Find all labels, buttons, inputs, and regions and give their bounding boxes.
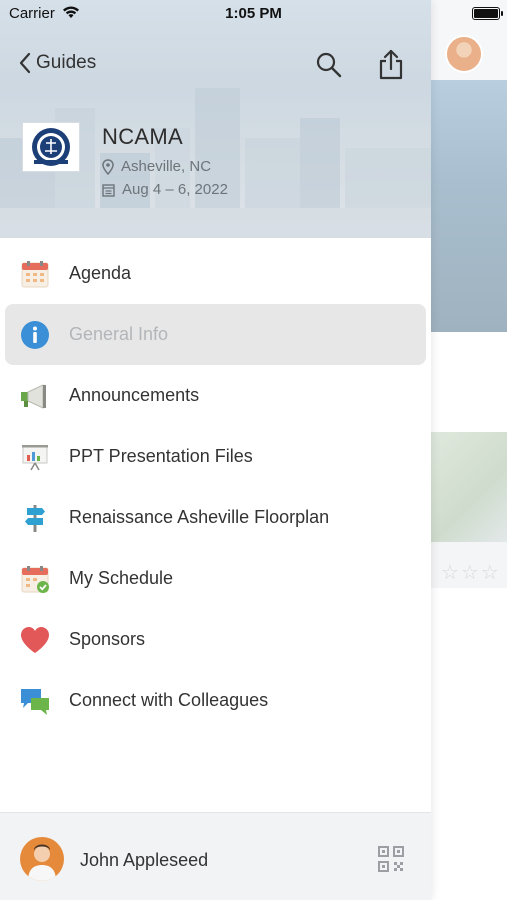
event-dates-text: Aug 4 – 6, 2022 [122, 181, 228, 198]
menu-label-agenda: Agenda [69, 263, 132, 283]
menu-label-ppt-presentation-files: PPT Presentation Files [69, 446, 253, 466]
heart-icon [21, 626, 49, 653]
background-avatar [445, 35, 483, 73]
info-icon [21, 320, 49, 349]
calendar-small-icon [102, 183, 115, 197]
event-logo [22, 122, 80, 172]
menu-label-sponsors: Sponsors [69, 629, 146, 649]
chevron-left-icon [19, 52, 31, 74]
background-banner-image [431, 80, 507, 332]
menu-item-my-schedule[interactable]: My Schedule [0, 548, 431, 609]
header-overlay [0, 0, 431, 238]
presentation-icon [22, 444, 48, 470]
menu-label-my-schedule: My Schedule [69, 568, 174, 588]
battery-icon [472, 7, 500, 20]
menu-list: Agenda General Info Announcements PPT Pr… [0, 243, 431, 731]
menu-item-announcements[interactable]: Announcements [0, 365, 431, 426]
status-bar: Carrier 1:05 PM [0, 0, 507, 28]
calendar-icon [21, 260, 49, 287]
nav-bar: Guides [0, 44, 431, 84]
side-drawer: Guides NCAMA Asheville, NC Aug 4 – 6, 20… [0, 0, 431, 900]
clock: 1:05 PM [225, 5, 282, 22]
event-title: NCAMA [102, 124, 183, 149]
qr-code-icon[interactable] [377, 845, 405, 873]
signpost-icon [25, 504, 45, 532]
event-location: Asheville, NC [102, 158, 211, 175]
event-info: NCAMA Asheville, NC Aug 4 – 6, 2022 [22, 122, 422, 202]
event-header: Guides NCAMA Asheville, NC Aug 4 – 6, 20… [0, 0, 431, 238]
menu-item-connect-with-colleagues[interactable]: Connect with Colleagues [0, 670, 431, 731]
user-name[interactable]: John Appleseed [80, 850, 208, 871]
battery-tip [501, 11, 503, 16]
menu-item-floorplan[interactable]: Renaissance Asheville Floorplan [0, 487, 431, 548]
seal-logo [32, 128, 70, 166]
location-pin-icon [102, 158, 114, 175]
share-icon[interactable] [376, 48, 406, 80]
menu-item-agenda[interactable]: Agenda [0, 243, 431, 304]
menu-label-floorplan: Renaissance Asheville Floorplan [69, 507, 330, 527]
background-map-image [431, 432, 507, 542]
user-avatar-image [20, 837, 64, 881]
menu-item-sponsors[interactable]: Sponsors [0, 609, 431, 670]
back-label: Guides [36, 52, 97, 73]
event-location-text: Asheville, NC [121, 158, 212, 175]
schedule-calendar-icon [21, 565, 49, 593]
event-dates: Aug 4 – 6, 2022 [102, 181, 228, 198]
background-panel-lower [431, 588, 507, 900]
menu-label-general-info: General Info [69, 324, 169, 344]
menu-item-ppt-presentation-files[interactable]: PPT Presentation Files [0, 426, 431, 487]
user-footer: John Appleseed [0, 812, 431, 900]
avatar[interactable] [20, 837, 64, 881]
menu-label-announcements: Announcements [69, 385, 200, 405]
chat-bubbles-icon [21, 688, 49, 715]
back-button[interactable]: Guides [18, 52, 96, 74]
menu-item-general-info[interactable]: General Info [5, 304, 426, 365]
menu-label-connect-with-colleagues: Connect with Colleagues [69, 690, 269, 710]
background-panel [431, 332, 507, 432]
background-rating-stars: ☆☆☆ [441, 562, 501, 584]
megaphone-icon [21, 383, 46, 409]
search-icon[interactable] [314, 50, 344, 80]
